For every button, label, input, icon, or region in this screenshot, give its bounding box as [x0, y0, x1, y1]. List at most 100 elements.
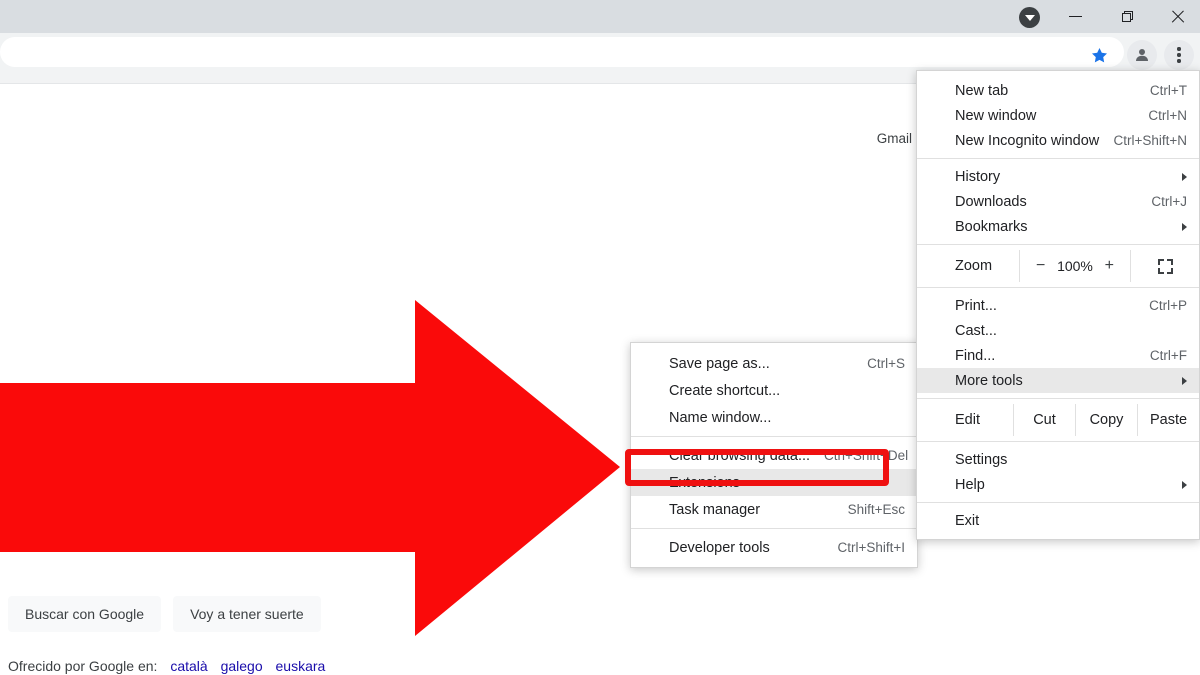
close-icon [1170, 10, 1185, 24]
menu-divider [917, 398, 1199, 399]
zoom-controls: − 100% + [1019, 250, 1131, 282]
menu-item-label: Downloads [955, 193, 1027, 210]
menu-item-label: New tab [955, 82, 1009, 99]
more-tools-submenu: Save page as... Ctrl+S Create shortcut..… [630, 342, 918, 568]
menu-item-create-shortcut[interactable]: Create shortcut... [631, 377, 917, 404]
search-with-google-button[interactable]: Buscar con Google [8, 596, 162, 632]
menu-row-edit: Edit Cut Copy Paste [917, 404, 1199, 436]
edit-label: Edit [955, 412, 980, 428]
menu-item-shortcut: Ctrl+Shift+N [1113, 133, 1187, 148]
language-link-euskara[interactable]: euskara [276, 658, 326, 674]
menu-divider [917, 158, 1199, 159]
offered-by-google-text: Ofrecido por Google en: [8, 658, 158, 674]
menu-item-label: Help [955, 476, 985, 493]
menu-item-label: Developer tools [669, 539, 770, 556]
menu-item-label: History [955, 168, 1001, 185]
menu-item-label: New Incognito window [955, 132, 1100, 149]
menu-item-label: Task manager [669, 501, 761, 518]
menu-item-label: Name window... [669, 409, 772, 426]
language-link-galego[interactable]: galego [221, 658, 263, 674]
chevron-right-icon [1182, 480, 1187, 489]
address-bar[interactable] [0, 37, 1124, 67]
star-icon[interactable] [1088, 44, 1110, 66]
menu-item-label: Save page as... [669, 355, 770, 372]
menu-item-shortcut: Ctrl+S [867, 356, 905, 371]
menu-item-help[interactable]: Help [917, 472, 1199, 497]
im-feeling-lucky-button[interactable]: Voy a tener suerte [173, 596, 321, 632]
menu-item-shortcut: Ctrl+N [1148, 108, 1187, 123]
menu-item-clear-browsing-data[interactable]: Clear browsing data... Ctrl+Shift+Del [631, 442, 917, 469]
google-language-footer: Ofrecido por Google en: català galego eu… [8, 658, 325, 674]
chevron-right-icon [1182, 172, 1187, 181]
menu-item-history[interactable]: History [917, 164, 1199, 189]
menu-item-shortcut: Ctrl+F [1149, 348, 1187, 363]
menu-item-new-window[interactable]: New window Ctrl+N [917, 103, 1199, 128]
menu-item-bookmarks[interactable]: Bookmarks [917, 214, 1199, 239]
three-dot-menu-icon[interactable] [1164, 40, 1194, 70]
menu-item-save-page-as[interactable]: Save page as... Ctrl+S [631, 350, 917, 377]
fullscreen-icon [1157, 258, 1173, 274]
browser-window: Gmail Im Buscar con Google Voy a tener s… [0, 0, 1200, 675]
copy-button[interactable]: Copy [1075, 404, 1137, 436]
menu-row-zoom: Zoom − 100% + [917, 250, 1199, 282]
zoom-label: Zoom [955, 258, 993, 274]
restore-icon [1121, 11, 1133, 22]
menu-item-downloads[interactable]: Downloads Ctrl+J [917, 189, 1199, 214]
download-arrow-icon[interactable] [1019, 7, 1040, 28]
menu-item-label: Clear browsing data... [669, 447, 811, 464]
profile-avatar-icon[interactable] [1127, 40, 1157, 70]
menu-item-shortcut: Ctrl+T [1149, 83, 1187, 98]
menu-item-shortcut: Ctrl+Shift+Del [824, 448, 909, 463]
download-triangle-glyph [1024, 15, 1035, 21]
menu-item-find[interactable]: Find... Ctrl+F [917, 343, 1199, 368]
menu-divider [917, 441, 1199, 442]
minimize-icon [1068, 16, 1082, 17]
menu-item-print[interactable]: Print... Ctrl+P [917, 293, 1199, 318]
menu-item-label: Create shortcut... [669, 382, 781, 399]
menu-item-more-tools[interactable]: More tools [917, 368, 1199, 393]
menu-item-new-incognito-window[interactable]: New Incognito window Ctrl+Shift+N [917, 128, 1199, 153]
menu-item-label: Print... [955, 297, 997, 314]
menu-item-shortcut: Shift+Esc [847, 502, 905, 517]
menu-divider [917, 502, 1199, 503]
menu-item-label: Cast... [955, 322, 997, 339]
google-search-buttons: Buscar con Google Voy a tener suerte [8, 596, 321, 632]
menu-item-exit[interactable]: Exit [917, 508, 1199, 533]
menu-item-label: Find... [955, 347, 996, 364]
zoom-out-button[interactable]: − [1032, 257, 1050, 275]
menu-item-shortcut: Ctrl+J [1151, 194, 1187, 209]
browser-toolbar [0, 33, 1200, 70]
menu-item-name-window[interactable]: Name window... [631, 404, 917, 431]
menu-item-label: New window [955, 107, 1037, 124]
close-button[interactable] [1154, 0, 1200, 33]
chevron-right-icon [1182, 376, 1187, 385]
paste-button[interactable]: Paste [1137, 404, 1199, 436]
zoom-in-button[interactable]: + [1100, 257, 1118, 275]
menu-item-developer-tools[interactable]: Developer tools Ctrl+Shift+I [631, 534, 917, 561]
menu-item-task-manager[interactable]: Task manager Shift+Esc [631, 496, 917, 523]
chrome-main-menu: New tab Ctrl+T New window Ctrl+N New Inc… [916, 70, 1200, 540]
menu-item-new-tab[interactable]: New tab Ctrl+T [917, 78, 1199, 103]
menu-item-cast[interactable]: Cast... [917, 318, 1199, 343]
menu-divider [631, 528, 917, 529]
gmail-link[interactable]: Gmail [877, 131, 912, 146]
window-title-bar [0, 0, 1200, 33]
menu-item-label: Extensions [669, 474, 740, 491]
menu-item-shortcut: Ctrl+Shift+I [837, 540, 905, 555]
menu-divider [917, 287, 1199, 288]
menu-item-settings[interactable]: Settings [917, 447, 1199, 472]
chevron-right-icon [1182, 222, 1187, 231]
menu-item-extensions[interactable]: Extensions [631, 469, 917, 496]
fullscreen-button[interactable] [1131, 250, 1199, 282]
menu-item-label: Bookmarks [955, 218, 1028, 235]
menu-item-label: More tools [955, 372, 1023, 389]
maximize-button[interactable] [1104, 0, 1150, 33]
zoom-level-value: 100% [1057, 258, 1093, 274]
menu-item-label: Exit [955, 512, 980, 529]
menu-divider [631, 436, 917, 437]
cut-button[interactable]: Cut [1013, 404, 1075, 436]
menu-item-shortcut: Ctrl+P [1149, 298, 1187, 313]
language-link-catala[interactable]: català [170, 658, 207, 674]
menu-item-label: Settings [955, 451, 1008, 468]
minimize-button[interactable] [1052, 0, 1098, 33]
